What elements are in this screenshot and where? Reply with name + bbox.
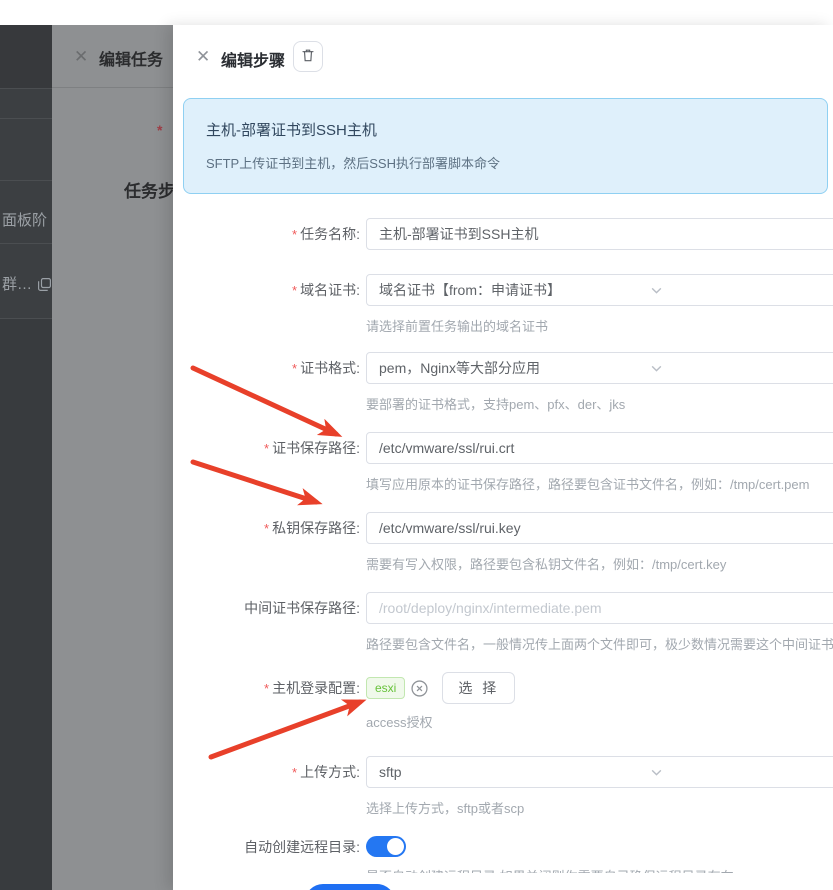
select-value: pem，Nginx等大部分应用	[379, 360, 541, 376]
cert-path-input[interactable]	[366, 432, 833, 464]
field-label: 域名证书:	[300, 282, 360, 298]
required-mark: *	[292, 227, 298, 242]
remove-tag-icon[interactable]	[411, 679, 428, 697]
task-name-input[interactable]	[366, 218, 833, 250]
field-help: 要部署的证书格式，支持pem、pfx、der、jks	[366, 397, 626, 412]
submit-button[interactable]	[305, 884, 395, 890]
form-row-cert-format: * 证书格式: pem，Nginx等大部分应用 要部署的证书格式，支持pem、pf…	[173, 352, 833, 432]
field-help: 选择上传方式，sftp或者scp	[366, 801, 525, 816]
form-row-key-path: *私钥保存路径: 需要有写入权限，路径要包含私钥文件名，例如：/tmp/cert…	[173, 512, 833, 592]
edit-step-drawer: ✕ 编辑步骤 主机-部署证书到SSH主机 SFTP上传证书到主机，然后SSH执行…	[173, 25, 833, 890]
drawer-mask[interactable]	[0, 25, 173, 890]
field-help: 请选择前置任务输出的域名证书	[366, 319, 549, 334]
field-help: 是否自动创建远程目录,如果关闭则你需要自己确保远程目录存在	[366, 866, 734, 873]
form-row-domain-cert: * 域名证书: 域名证书【from：申请证书】 请选择前置任务输出的域名证书	[173, 274, 833, 354]
form-row-intermediate-path: 中间证书保存路径: 路径要包含文件名，一般情况传上面两个文件即可，极少数情况需要…	[173, 592, 833, 672]
chevron-down-icon	[650, 766, 663, 779]
toggle-knob	[387, 838, 404, 855]
field-label: 证书保存路径:	[272, 440, 360, 456]
form-row-auto-mkdir: 自动创建远程目录: 是否自动创建远程目录,如果关闭则你需要自己确保远程目录存在	[173, 836, 833, 873]
cert-format-select[interactable]: pem，Nginx等大部分应用	[366, 352, 833, 384]
field-help: 填写应用原本的证书保存路径，路径要包含证书文件名，例如：/tmp/cert.pe…	[366, 477, 810, 492]
field-help: 路径要包含文件名，一般情况传上面两个文件即可，极少数情况需要这个中间证书	[366, 637, 833, 652]
field-label: 私钥保存路径:	[272, 520, 360, 536]
key-path-input[interactable]	[366, 512, 833, 544]
choose-access-button[interactable]: 选 择	[442, 672, 516, 704]
form-row-host-access: * 主机登录配置: esxi 选 择 access授权	[173, 670, 833, 750]
field-label: 主机登录配置:	[272, 680, 360, 696]
chevron-down-icon	[650, 284, 663, 297]
required-mark: *	[264, 441, 270, 456]
form-row-upload-method: * 上传方式: sftp 选择上传方式，sftp或者scp	[173, 756, 833, 836]
form-row-cert-path: *证书保存路径: 填写应用原本的证书保存路径，路径要包含证书文件名，例如：/tm…	[173, 432, 833, 512]
field-label: 任务名称:	[300, 226, 360, 242]
auto-mkdir-toggle[interactable]	[366, 836, 406, 857]
field-label: 中间证书保存路径:	[244, 600, 360, 616]
field-label: 上传方式:	[300, 764, 360, 780]
required-mark: *	[292, 361, 298, 376]
required-mark: *	[292, 283, 298, 298]
field-help: access授权	[366, 715, 433, 730]
step-form: *任务名称: *域名证书: 域名证书【from：申请证书】 请选择前置任务输出的…	[173, 25, 833, 873]
required-mark: *	[264, 681, 270, 696]
field-label: 证书格式:	[300, 360, 360, 376]
chevron-down-icon	[650, 362, 663, 375]
access-tag: esxi	[366, 677, 406, 699]
intermediate-path-input[interactable]	[366, 592, 833, 624]
required-mark: *	[292, 765, 298, 780]
select-value: sftp	[379, 764, 402, 780]
field-label: 自动创建远程目录:	[244, 839, 360, 855]
field-help: 需要有写入权限，路径要包含私钥文件名，例如：/tmp/cert.key	[366, 557, 727, 572]
upload-method-select[interactable]: sftp	[366, 756, 833, 788]
select-value: 域名证书【from：申请证书】	[379, 282, 561, 298]
domain-cert-select[interactable]: 域名证书【from：申请证书】	[366, 274, 833, 306]
required-mark: *	[264, 521, 270, 536]
